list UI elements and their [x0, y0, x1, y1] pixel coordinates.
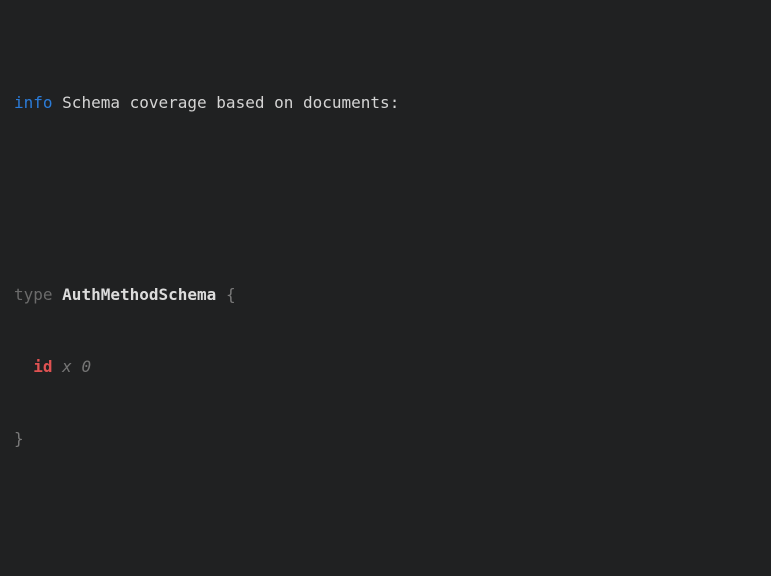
- usage-count: x 0: [62, 357, 91, 376]
- field-name: id: [33, 357, 52, 376]
- log-line: info Schema coverage based on documents:: [14, 91, 763, 115]
- field-line: id x 0: [14, 355, 763, 379]
- close-brace: }: [14, 429, 24, 448]
- open-brace: {: [226, 285, 236, 304]
- blank-line: [14, 523, 763, 547]
- type-keyword: type: [14, 285, 53, 304]
- type-declaration-authmethodschema: type AuthMethodSchema {: [14, 283, 763, 307]
- type-name: AuthMethodSchema: [62, 285, 216, 304]
- terminal-output: info Schema coverage based on documents:…: [0, 0, 771, 576]
- log-level-badge: info: [14, 93, 53, 112]
- closing-brace-line: }: [14, 427, 763, 451]
- blank-line: [14, 187, 763, 211]
- log-message: Schema coverage based on documents:: [62, 93, 399, 112]
